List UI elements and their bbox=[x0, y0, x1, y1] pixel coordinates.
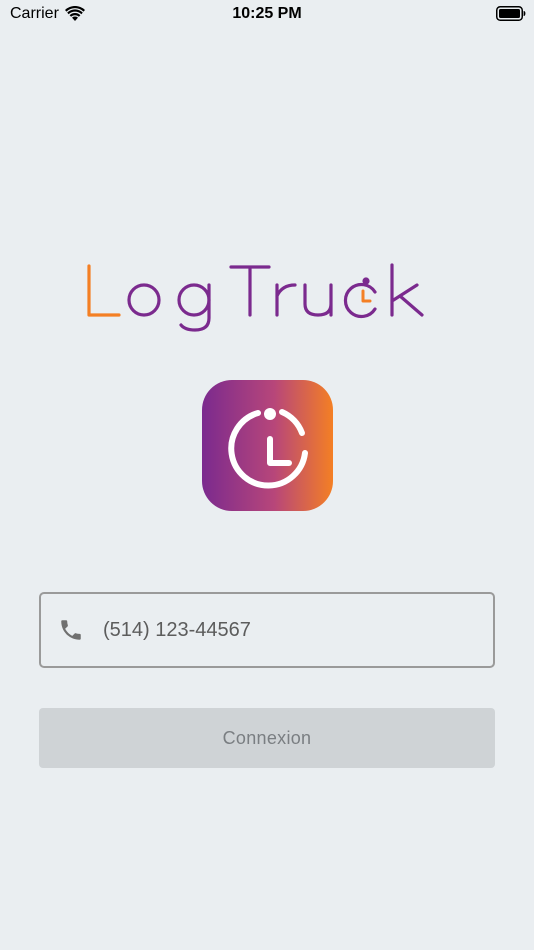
phone-field[interactable] bbox=[39, 592, 495, 668]
brand-logo bbox=[0, 248, 534, 338]
login-button[interactable]: Connexion bbox=[39, 708, 495, 768]
login-button-label: Connexion bbox=[222, 727, 312, 748]
status-time: 10:25 PM bbox=[232, 5, 302, 22]
status-bar: Carrier 10:25 PM bbox=[0, 0, 534, 28]
battery-icon bbox=[496, 6, 526, 21]
phone-input[interactable] bbox=[103, 618, 463, 642]
phone-icon bbox=[61, 620, 81, 640]
brand-wordmark bbox=[87, 263, 424, 332]
clock-icon bbox=[227, 407, 308, 489]
app-icon bbox=[202, 380, 333, 511]
